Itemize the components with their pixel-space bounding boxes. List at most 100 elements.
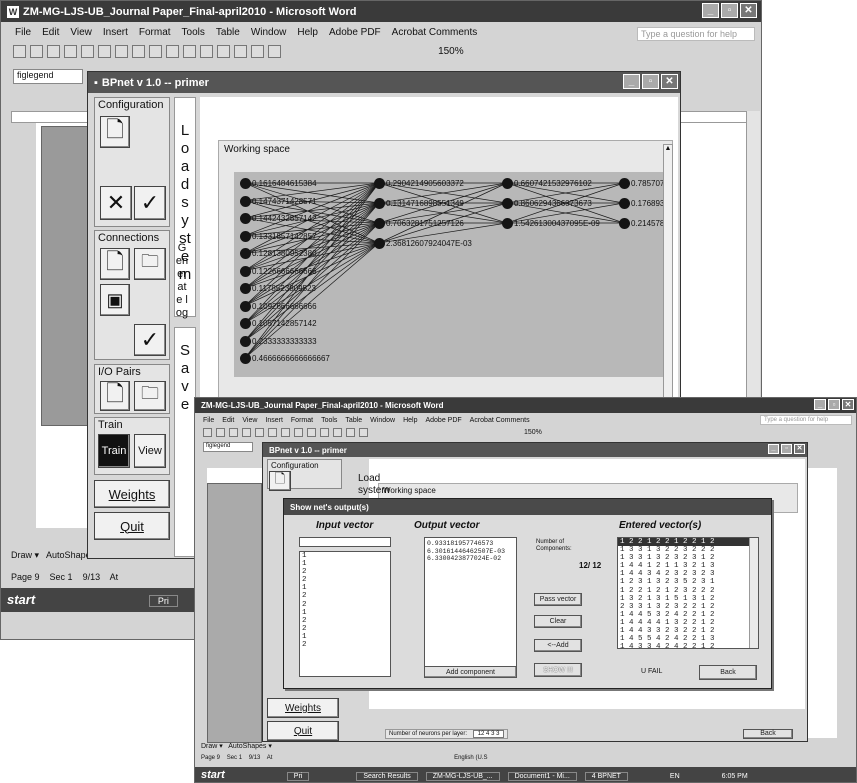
input-value-item[interactable]: 2: [300, 592, 390, 600]
ask-question-input[interactable]: Type a question for help: [760, 415, 852, 425]
paste-icon[interactable]: [307, 428, 316, 437]
input-vector-list[interactable]: 112212212212: [299, 551, 391, 677]
start-button[interactable]: start: [201, 769, 225, 781]
task-item[interactable]: Pri: [148, 595, 178, 607]
menu-file[interactable]: File: [15, 27, 31, 38]
accept-connections-button[interactable]: ✓: [134, 324, 166, 356]
train-button[interactable]: Train: [98, 434, 130, 468]
input-value-item[interactable]: 2: [300, 576, 390, 584]
menu-acrobat-comments[interactable]: Acrobat Comments: [392, 27, 478, 38]
neuron-node[interactable]: [240, 318, 251, 329]
drawing-icon[interactable]: [359, 428, 368, 437]
new-config-button[interactable]: 🗋: [269, 471, 291, 491]
close-button[interactable]: ✕: [842, 399, 854, 410]
new-connections-button[interactable]: 🗋: [100, 248, 130, 280]
input-value-item[interactable]: 1: [300, 552, 390, 560]
save-connections-button[interactable]: ▣: [100, 284, 130, 316]
open-icon[interactable]: [30, 45, 43, 58]
neuron-node[interactable]: [619, 198, 630, 209]
entered-vector-item[interactable]: 1 3 2 1 3 1 5 1 3 1 2: [618, 595, 758, 603]
neuron-node[interactable]: [240, 248, 251, 259]
neuron-node[interactable]: [240, 265, 251, 277]
neuron-node[interactable]: [240, 178, 251, 189]
restore-button[interactable]: ▫: [642, 74, 659, 89]
neuron-node[interactable]: [502, 198, 513, 209]
neuron-node[interactable]: [374, 198, 385, 209]
menu-insert[interactable]: Insert: [103, 27, 128, 38]
quit-button[interactable]: Quit: [94, 512, 170, 540]
entered-scrollbar[interactable]: [749, 538, 758, 648]
input-value-item[interactable]: 1: [300, 609, 390, 617]
neuron-node[interactable]: [240, 335, 251, 347]
table-icon[interactable]: [346, 428, 355, 437]
copy-icon[interactable]: [132, 45, 145, 58]
menu-tools[interactable]: Tools: [321, 417, 337, 424]
view-button[interactable]: View: [134, 434, 166, 468]
new-doc-icon[interactable]: [13, 45, 26, 58]
style-box[interactable]: figlegend: [203, 442, 253, 452]
style-box[interactable]: figlegend: [13, 69, 83, 84]
entered-vector-item[interactable]: 1 3 3 1 3 2 2 3 2 2 2: [618, 546, 758, 554]
entered-vector-item[interactable]: 1 2 2 1 2 1 2 3 2 2 2: [618, 587, 758, 595]
entered-vector-item[interactable]: 1 4 4 4 4 1 3 2 2 1 2: [618, 619, 758, 627]
new-io-button[interactable]: 🗋: [100, 381, 130, 411]
quit-button-front[interactable]: Quit: [267, 721, 339, 741]
spell-icon[interactable]: [98, 45, 111, 58]
new-doc-icon[interactable]: [203, 428, 212, 437]
menu-edit[interactable]: Edit: [222, 417, 234, 424]
menu-edit[interactable]: Edit: [42, 27, 59, 38]
input-value-item[interactable]: 2: [300, 601, 390, 609]
neuron-node[interactable]: [240, 283, 251, 294]
input-value-item[interactable]: 2: [300, 617, 390, 625]
neuron-node[interactable]: [240, 230, 251, 242]
menu-view[interactable]: View: [70, 27, 92, 38]
input-value-item[interactable]: 1: [300, 633, 390, 641]
spell-icon[interactable]: [268, 428, 277, 437]
zoom-value[interactable]: 150%: [438, 46, 464, 57]
hyperlink-icon[interactable]: [200, 45, 213, 58]
entered-vector-item[interactable]: 1 4 3 3 4 2 4 2 2 1 2: [618, 643, 758, 648]
input-value-item[interactable]: 2: [300, 625, 390, 633]
neurons-value[interactable]: 12 4 3 3: [472, 730, 505, 738]
start-button[interactable]: start: [7, 592, 35, 607]
add-button[interactable]: <--Add: [534, 639, 582, 652]
close-button[interactable]: ✕: [661, 74, 678, 89]
preview-icon[interactable]: [81, 45, 94, 58]
menu-file[interactable]: File: [203, 417, 214, 424]
undo-icon[interactable]: [166, 45, 179, 58]
neuron-node[interactable]: [374, 218, 385, 229]
table-icon[interactable]: [217, 45, 230, 58]
entered-vector-item[interactable]: 1 4 4 1 2 1 1 3 2 1 3: [618, 562, 758, 570]
restore-button[interactable]: ▫: [781, 444, 792, 454]
menu-view[interactable]: View: [242, 417, 257, 424]
menu-format[interactable]: Format: [291, 417, 313, 424]
menu-adobe-pdf[interactable]: Adobe PDF: [329, 27, 381, 38]
input-value-item[interactable]: 1: [300, 584, 390, 592]
entered-vector-item[interactable]: 1 2 3 1 3 2 3 5 2 3 1: [618, 578, 758, 586]
autoshapes-menu[interactable]: AutoShapes: [228, 743, 266, 750]
entered-vector-item[interactable]: 2 3 3 1 3 2 3 2 2 1 2: [618, 603, 758, 611]
back-button[interactable]: Back: [699, 665, 757, 680]
minimize-button[interactable]: _: [814, 399, 826, 410]
weights-button-front[interactable]: Weights: [267, 698, 339, 718]
neuron-node[interactable]: [240, 213, 251, 224]
close-button[interactable]: ✕: [794, 444, 805, 454]
accept-config-button[interactable]: ✓: [134, 186, 166, 220]
menu-window[interactable]: Window: [370, 417, 395, 424]
print-icon[interactable]: [242, 428, 251, 437]
menu-table[interactable]: Table: [345, 417, 362, 424]
add-component-button[interactable]: Add component: [424, 666, 517, 678]
neuron-node[interactable]: [374, 238, 385, 249]
menu-format[interactable]: Format: [139, 27, 171, 38]
open-icon[interactable]: [216, 428, 225, 437]
task-document1[interactable]: Document1 - Mi...: [507, 772, 577, 781]
neuron-node[interactable]: [619, 178, 630, 189]
minimize-button[interactable]: _: [768, 444, 779, 454]
menu-help[interactable]: Help: [403, 417, 417, 424]
redo-icon[interactable]: [183, 45, 196, 58]
entered-vector-item[interactable]: 1 2 2 1 2 2 1 2 2 1 2: [618, 538, 758, 547]
neuron-node[interactable]: [240, 195, 251, 207]
neuron-node[interactable]: [240, 300, 251, 312]
pass-vector-button[interactable]: Pass vector: [534, 593, 582, 606]
menu-window[interactable]: Window: [251, 27, 287, 38]
